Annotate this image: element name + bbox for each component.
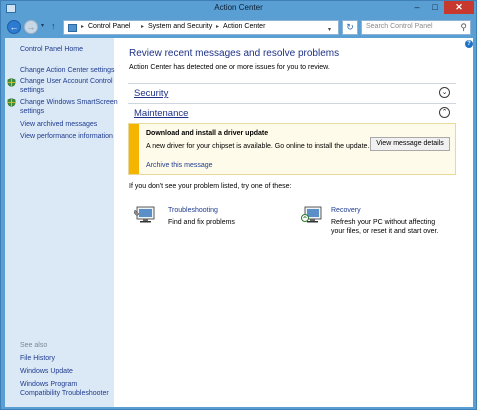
breadcrumb-separator[interactable]: ▸ bbox=[141, 23, 144, 30]
uac-shield-icon bbox=[7, 78, 16, 87]
message-title: Download and install a driver update bbox=[146, 130, 269, 137]
security-section-label[interactable]: Security bbox=[134, 88, 168, 99]
minimize-button[interactable]: – bbox=[408, 1, 426, 14]
message-body: A new driver for your chipset is availab… bbox=[146, 143, 370, 150]
sidebar-item-label: settings bbox=[20, 108, 45, 115]
troubleshooting-icon[interactable] bbox=[134, 206, 156, 224]
sidebar: Control Panel Home Change Action Center … bbox=[5, 38, 118, 407]
see-also-heading: See also bbox=[20, 342, 48, 349]
search-box[interactable]: Search Control Panel ⚲ bbox=[361, 20, 471, 35]
search-icon[interactable]: ⚲ bbox=[460, 22, 467, 33]
smartscreen-shield-icon bbox=[7, 98, 16, 107]
troubleshoot-hint: If you don't see your problem listed, tr… bbox=[129, 183, 292, 190]
security-section-header[interactable]: Security ⌄ bbox=[128, 83, 456, 102]
warning-severity-bar bbox=[129, 124, 139, 174]
back-button[interactable]: ← bbox=[7, 20, 21, 34]
forward-button[interactable]: → bbox=[24, 20, 38, 34]
driver-update-message: Download and install a driver update A n… bbox=[128, 123, 456, 175]
chevron-up-icon[interactable]: ⌃ bbox=[439, 107, 450, 118]
see-also-compatibility-troubleshooter[interactable]: Windows Program Compatibility Troublesho… bbox=[20, 380, 109, 398]
content-area: Control Panel Home Change Action Center … bbox=[5, 38, 473, 407]
see-also-windows-update[interactable]: Windows Update bbox=[20, 367, 73, 376]
sidebar-item-label: Change Windows SmartScreen bbox=[20, 99, 118, 106]
maintenance-section-header[interactable]: Maintenance ⌃ bbox=[128, 103, 456, 122]
recovery-link[interactable]: Recovery bbox=[331, 207, 361, 214]
page-subtitle: Action Center has detected one or more i… bbox=[129, 64, 330, 71]
sidebar-item-change-uac-settings[interactable]: Change User Account Control settings bbox=[20, 77, 113, 95]
recovery-description-line: Refresh your PC without affecting bbox=[331, 219, 436, 226]
control-panel-icon bbox=[68, 24, 77, 32]
sidebar-item-label: Windows Program bbox=[20, 381, 78, 388]
view-message-details-button[interactable]: View message details bbox=[370, 137, 450, 151]
search-input[interactable]: Search Control Panel bbox=[366, 23, 433, 30]
troubleshooting-description: Find and fix problems bbox=[168, 219, 235, 226]
sidebar-item-change-action-center-settings[interactable]: Change Action Center settings bbox=[20, 66, 115, 75]
sidebar-item-label: Compatibility Troubleshooter bbox=[20, 390, 109, 397]
maximize-button[interactable]: □ bbox=[426, 1, 444, 14]
see-also-file-history[interactable]: File History bbox=[20, 354, 55, 363]
maintenance-section-label[interactable]: Maintenance bbox=[134, 108, 188, 119]
close-button[interactable]: ✕ bbox=[444, 1, 474, 14]
sidebar-item-view-performance-information[interactable]: View performance information bbox=[20, 132, 113, 141]
recovery-description: Refresh your PC without affecting your f… bbox=[331, 218, 438, 236]
sidebar-item-label: Change User Account Control bbox=[20, 78, 113, 85]
chevron-down-icon[interactable]: ⌄ bbox=[439, 87, 450, 98]
sidebar-item-change-smartscreen-settings[interactable]: Change Windows SmartScreen settings bbox=[20, 98, 118, 116]
breadcrumb-system-and-security[interactable]: System and Security bbox=[148, 23, 212, 30]
breadcrumb-control-panel[interactable]: Control Panel bbox=[88, 23, 130, 30]
recovery-description-line: your files, or reset it and start over. bbox=[331, 228, 439, 235]
recovery-icon[interactable] bbox=[301, 206, 323, 224]
recent-locations-dropdown[interactable]: ▾ bbox=[41, 22, 44, 29]
troubleshooting-link[interactable]: Troubleshooting bbox=[168, 207, 218, 214]
address-dropdown-icon[interactable]: ▾ bbox=[328, 26, 331, 33]
sidebar-item-control-panel-home[interactable]: Control Panel Home bbox=[20, 45, 83, 54]
sidebar-item-view-archived-messages[interactable]: View archived messages bbox=[20, 120, 97, 129]
navigation-bar: ← → ▾ ↑ ▸ Control Panel ▸ System and Sec… bbox=[1, 16, 476, 38]
breadcrumb-action-center[interactable]: Action Center bbox=[223, 23, 265, 30]
sidebar-item-label: settings bbox=[20, 87, 45, 94]
refresh-button[interactable]: ↻ bbox=[342, 20, 358, 35]
page-title: Review recent messages and resolve probl… bbox=[129, 48, 340, 59]
address-bar[interactable]: ▸ Control Panel ▸ System and Security ▸ … bbox=[63, 20, 339, 35]
window-title: Action Center bbox=[214, 3, 263, 12]
up-button[interactable]: ↑ bbox=[51, 21, 56, 31]
breadcrumb-separator[interactable]: ▸ bbox=[216, 23, 219, 30]
window-frame: Action Center – □ ✕ ← → ▾ ↑ ▸ Control Pa… bbox=[0, 0, 477, 410]
help-icon[interactable]: ? bbox=[465, 40, 473, 48]
archive-message-link[interactable]: Archive this message bbox=[146, 162, 213, 169]
title-bar[interactable]: Action Center – □ ✕ bbox=[1, 1, 476, 16]
breadcrumb-separator[interactable]: ▸ bbox=[81, 23, 84, 30]
